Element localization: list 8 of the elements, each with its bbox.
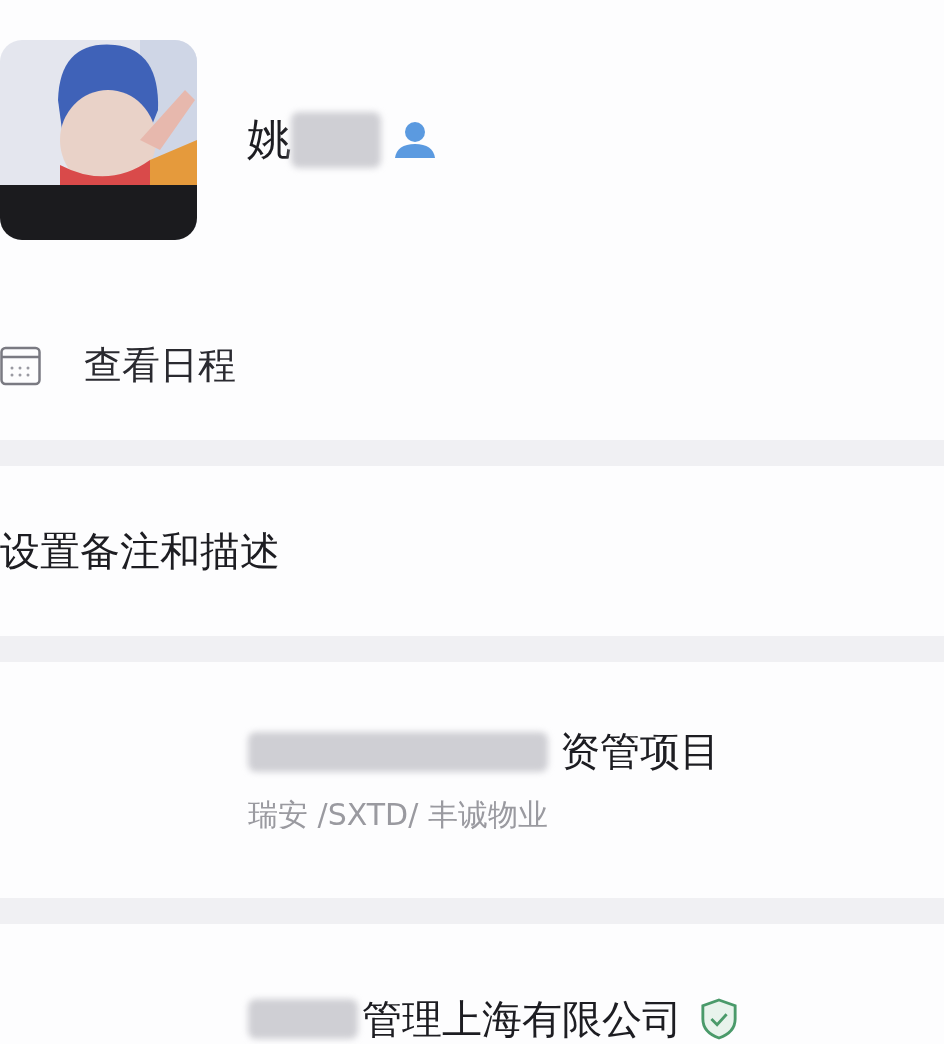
user-name: 姚 xyxy=(247,112,291,166)
organization-name: 资管项目 xyxy=(560,727,720,776)
person-icon xyxy=(393,119,437,160)
company-name: 管理上海有限公司 xyxy=(362,994,682,1044)
calendar-icon xyxy=(0,344,42,386)
remark-row[interactable]: 设置备注和描述 xyxy=(0,466,944,636)
schedule-row[interactable]: 查看日程 xyxy=(0,290,944,440)
department-path: 瑞安 /SXTD/ 丰诚物业 xyxy=(248,796,549,834)
